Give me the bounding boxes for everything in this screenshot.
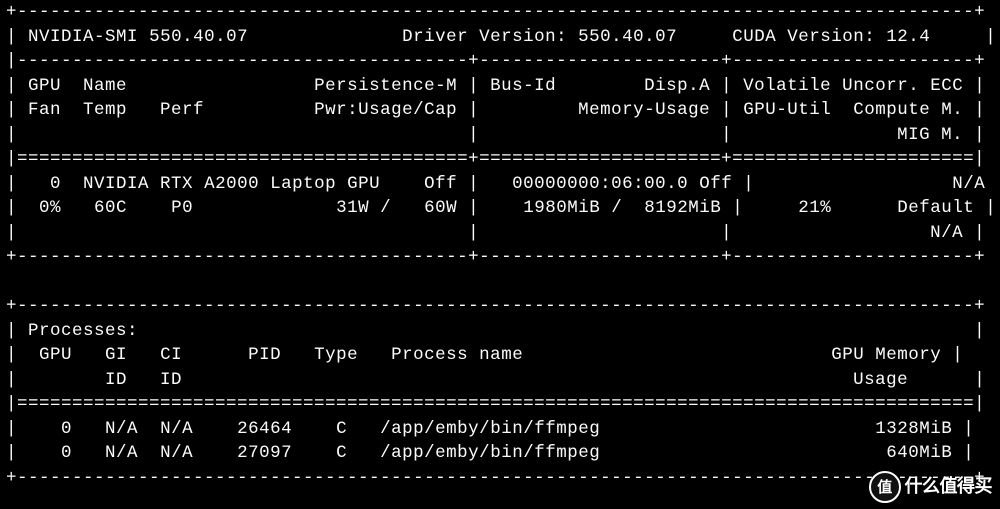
col-compute: Compute M. xyxy=(853,100,963,120)
cuda-version: 12.4 xyxy=(886,27,930,47)
gpu-util: 21% xyxy=(798,198,831,218)
proc-row-name: /app/emby/bin/ffmpeg xyxy=(380,443,600,463)
gpu-mem-total: 8192MiB xyxy=(644,198,721,218)
proc-row-name: /app/emby/bin/ffmpeg xyxy=(380,419,600,439)
col-memusage: Memory-Usage xyxy=(578,100,710,120)
proc-row-type: C xyxy=(336,443,347,463)
proc-row-gpu: 0 xyxy=(61,419,72,439)
gpu-pwr-usage: 31W xyxy=(336,198,369,218)
proc-row-gpu: 0 xyxy=(61,443,72,463)
proc-row-pid: 27097 xyxy=(237,443,292,463)
gpu-persistence: Off xyxy=(424,174,457,194)
nvidia-smi-output: +---------------------------------------… xyxy=(0,0,1000,490)
proc-row-pid: 26464 xyxy=(237,419,292,439)
gpu-pwr-cap: 60W xyxy=(424,198,457,218)
col-gpuutil: GPU-Util xyxy=(743,100,831,120)
gpu-mig: N/A xyxy=(930,223,963,243)
gpu-compute: Default xyxy=(897,198,974,218)
smi-label: NVIDIA-SMI xyxy=(28,27,138,47)
processes-title: Processes: xyxy=(28,321,138,341)
col-persistence: Persistence-M xyxy=(314,76,457,96)
cuda-label: CUDA Version: xyxy=(732,27,875,47)
driver-label: Driver Version: xyxy=(402,27,567,47)
gpu-dispa: Off xyxy=(699,174,732,194)
watermark-text: 什么值得买 xyxy=(905,474,993,499)
col-gpu-name: GPU Name xyxy=(28,76,127,96)
proc-row-type: C xyxy=(336,419,347,439)
gpu-fan: 0% xyxy=(39,198,61,218)
col-fan-temp-perf: Fan Temp Perf xyxy=(28,100,204,120)
gpu-name: NVIDIA RTX A2000 Laptop GPU xyxy=(83,174,380,194)
col-dispa: Disp.A xyxy=(644,76,710,96)
col-ecc: Volatile Uncorr. ECC xyxy=(743,76,963,96)
proc-h-type: Type xyxy=(314,345,358,365)
proc-h-mem2: Usage xyxy=(853,370,908,390)
proc-row-ci: N/A xyxy=(160,419,193,439)
col-pwr: Pwr:Usage/Cap xyxy=(314,100,457,120)
smi-version: 550.40.07 xyxy=(149,27,248,47)
proc-h-ci2: ID xyxy=(160,370,182,390)
proc-h-gi2: ID xyxy=(105,370,127,390)
gpu-mem-used: 1980MiB xyxy=(523,198,600,218)
proc-h-ci: CI xyxy=(160,345,182,365)
gpu-ecc: N/A xyxy=(952,174,985,194)
proc-h-name: Process name xyxy=(391,345,523,365)
proc-row-gi: N/A xyxy=(105,419,138,439)
proc-h-gpu: GPU xyxy=(39,345,72,365)
gpu-perf: P0 xyxy=(171,198,193,218)
watermark-badge-icon: 值 xyxy=(869,471,901,503)
proc-row-ci: N/A xyxy=(160,443,193,463)
proc-h-pid: PID xyxy=(248,345,281,365)
col-busid: Bus-Id xyxy=(490,76,556,96)
driver-version: 550.40.07 xyxy=(578,27,677,47)
gpu-temp: 60C xyxy=(94,198,127,218)
proc-row-mem: 640MiB xyxy=(886,443,952,463)
watermark: 值 什么值得买 xyxy=(869,471,993,503)
gpu-index: 0 xyxy=(50,174,61,194)
proc-h-gi: GI xyxy=(105,345,127,365)
proc-h-mem: GPU Memory xyxy=(831,345,941,365)
proc-row-mem: 1328MiB xyxy=(875,419,952,439)
gpu-busid: 00000000:06:00.0 xyxy=(512,174,688,194)
proc-row-gi: N/A xyxy=(105,443,138,463)
col-mig: MIG M. xyxy=(897,125,963,145)
